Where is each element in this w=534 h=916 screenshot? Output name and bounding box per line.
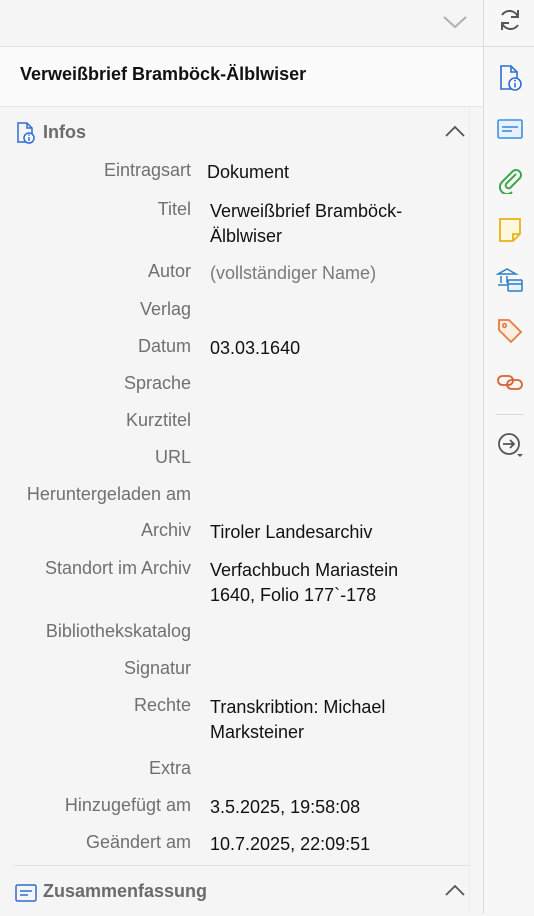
- field-label: Standort im Archiv: [44, 558, 191, 578]
- field-label: Archiv: [140, 520, 191, 540]
- section-header-summary[interactable]: Zusammenfassung: [0, 866, 469, 916]
- field-label: Datum: [137, 336, 191, 356]
- field-label: Hinzugefügt am: [64, 795, 191, 815]
- scrollbar[interactable]: [469, 107, 484, 913]
- field-label: Eintragsart: [103, 160, 191, 180]
- item-pane: Verweißbrief Bramböck-Älblwiser Infos Ei…: [0, 0, 484, 916]
- sidenav: [483, 0, 534, 913]
- sidenav-divider: [484, 46, 534, 47]
- refresh-icon[interactable]: [496, 6, 524, 34]
- attachment-icon[interactable]: [496, 166, 524, 194]
- archive-location-field[interactable]: Verfachbuch Mariastein 1640, Folio 177`-…: [210, 558, 460, 608]
- section-title-infos: Infos: [43, 122, 86, 142]
- date-added-value: 3.5.2025, 19:58:08: [210, 797, 361, 817]
- rights-line: Marksteiner: [210, 722, 305, 742]
- archive-field[interactable]: Tiroler Landesarchiv: [210, 520, 460, 545]
- field-label: Autor: [147, 261, 191, 281]
- title-value-line: Älblwiser: [210, 226, 283, 246]
- field-label: Kurztitel: [125, 410, 191, 430]
- tag-icon[interactable]: [496, 317, 524, 345]
- title-value-line: Verweißbrief Bramböck-: [210, 201, 403, 221]
- field-label: Signatur: [123, 658, 191, 678]
- info-document-icon: [17, 122, 35, 144]
- field-label: Extra: [148, 758, 191, 778]
- rights-line: Transkribtion: Michael: [210, 697, 386, 717]
- field-label: Titel: [157, 199, 191, 219]
- field-label: Bibliothekskatalog: [45, 621, 191, 641]
- field-label: Sprache: [123, 373, 191, 393]
- title-field[interactable]: Verweißbrief Bramböck- Älblwiser: [210, 199, 460, 249]
- libraries-collections-icon[interactable]: [496, 266, 524, 294]
- field-label: Geändert am: [85, 832, 191, 852]
- archive-location-line: 1640, Folio 177`-178: [210, 585, 377, 605]
- rights-field[interactable]: Transkribtion: Michael Marksteiner: [210, 695, 460, 745]
- abstract-icon[interactable]: [496, 115, 524, 143]
- archive-location-line: Verfachbuch Mariastein: [210, 560, 399, 580]
- info-icon[interactable]: [496, 64, 524, 92]
- chevron-up-icon[interactable]: [444, 883, 466, 897]
- item-title-box: Verweißbrief Bramböck-Älblwiser: [0, 47, 483, 107]
- item-type-select[interactable]: Dokument: [207, 160, 457, 185]
- locate-icon[interactable]: [496, 430, 524, 458]
- date-modified-value: 10.7.2025, 22:09:51: [210, 834, 371, 854]
- date-field[interactable]: 03.03.1640: [210, 336, 460, 361]
- field-label: Rechte: [133, 695, 191, 715]
- section-header-infos[interactable]: Infos: [0, 107, 469, 157]
- related-icon[interactable]: [496, 368, 524, 396]
- chevron-up-icon[interactable]: [444, 124, 466, 138]
- field-label: URL: [154, 447, 191, 467]
- chevron-down-icon[interactable]: [442, 12, 468, 32]
- item-title[interactable]: Verweißbrief Bramböck-Älblwiser: [20, 64, 306, 85]
- author-field[interactable]: (vollständiger Name): [210, 261, 460, 286]
- note-icon[interactable]: [496, 216, 524, 244]
- field-label: Verlag: [139, 299, 191, 319]
- item-pane-header: [0, 0, 483, 47]
- abstract-icon: [15, 884, 37, 902]
- section-title-summary: Zusammenfassung: [43, 881, 208, 901]
- field-label: Heruntergeladen am: [26, 484, 191, 504]
- sidenav-divider: [496, 414, 524, 415]
